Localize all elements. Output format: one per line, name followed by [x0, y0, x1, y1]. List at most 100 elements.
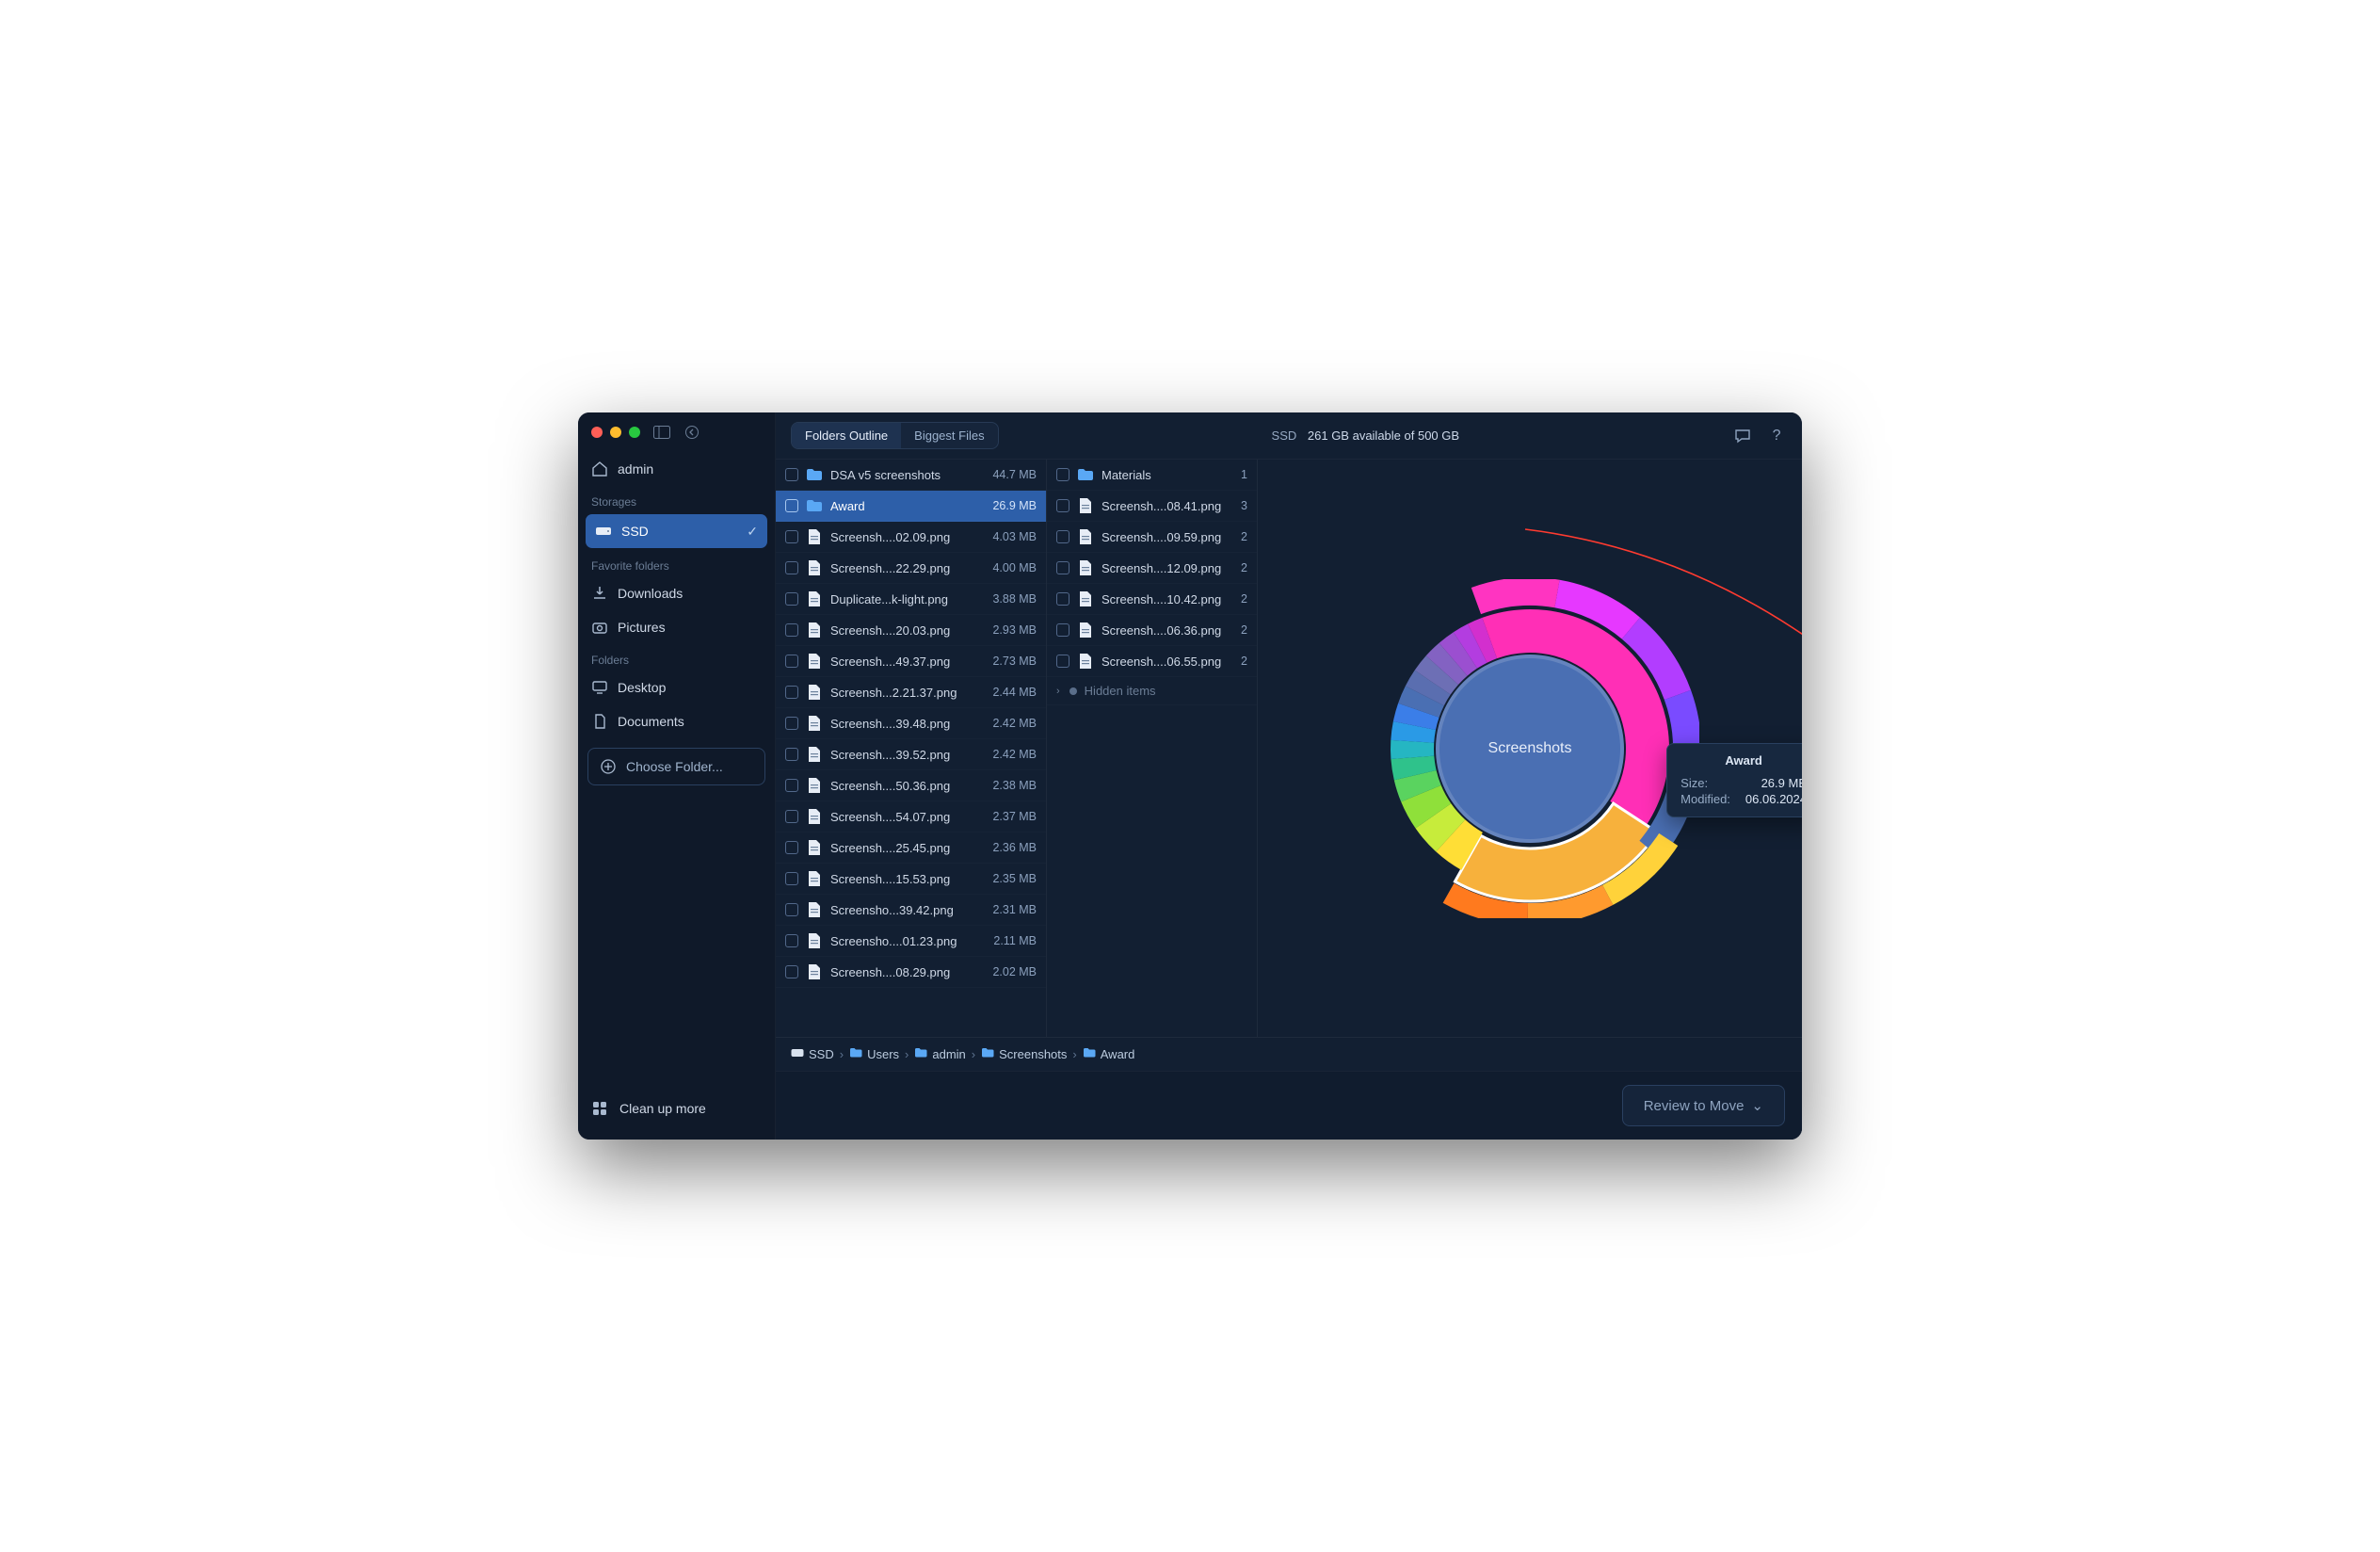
sidebar-item-storage-ssd[interactable]: SSD ✓	[586, 514, 767, 548]
file-row[interactable]: Screensh....39.48.png2.42 MB	[776, 708, 1046, 739]
file-row[interactable]: Screensh....20.03.png2.93 MB	[776, 615, 1046, 646]
file-row[interactable]: Screensh....54.07.png2.37 MB	[776, 801, 1046, 833]
row-checkbox[interactable]	[1056, 592, 1069, 606]
file-row[interactable]: Screensho....01.23.png2.11 MB	[776, 926, 1046, 957]
file-row[interactable]: Screensh....49.37.png2.73 MB	[776, 646, 1046, 677]
sidebar-item-desktop[interactable]: Desktop	[578, 671, 775, 704]
sunburst-panel: Screenshots Award Size:26.9 MB Modified:…	[1258, 460, 1802, 1037]
hidden-items-row[interactable]: ›Hidden items	[1047, 677, 1257, 705]
row-checkbox[interactable]	[785, 592, 798, 606]
file-row[interactable]: Duplicate...k-light.png3.88 MB	[776, 584, 1046, 615]
file-row[interactable]: Screensh....39.52.png2.42 MB	[776, 739, 1046, 770]
content-area: DSA v5 screenshots44.7 MB Award 26.9 MB Scr…	[776, 460, 1802, 1037]
breadcrumb-item[interactable]: Screenshots	[981, 1047, 1067, 1061]
file-size: 2	[1241, 561, 1247, 574]
file-icon	[806, 684, 823, 701]
file-size: 2.35 MB	[992, 872, 1037, 885]
file-row[interactable]: Screensho...39.42.png2.31 MB	[776, 895, 1046, 926]
row-checkbox[interactable]	[1056, 530, 1069, 543]
row-checkbox[interactable]	[785, 748, 798, 761]
file-row[interactable]: DSA v5 screenshots44.7 MB	[776, 460, 1046, 491]
file-name: Screensh....09.59.png	[1102, 530, 1233, 544]
choose-folder-button[interactable]: Choose Folder...	[587, 748, 765, 785]
file-row[interactable]: Screensh....06.36.png2	[1047, 615, 1257, 646]
file-row[interactable]: Screensh....10.42.png2	[1047, 584, 1257, 615]
row-checkbox[interactable]	[785, 810, 798, 823]
file-icon	[806, 839, 823, 856]
file-size: 2.31 MB	[992, 903, 1037, 916]
back-icon[interactable]	[683, 426, 700, 439]
row-checkbox[interactable]	[785, 717, 798, 730]
file-row[interactable]: Screensh....50.36.png2.38 MB	[776, 770, 1046, 801]
row-checkbox[interactable]	[785, 841, 798, 854]
file-size: 26.9 MB	[992, 499, 1037, 512]
file-row[interactable]: Screensh....06.55.png2	[1047, 646, 1257, 677]
row-checkbox[interactable]	[1056, 623, 1069, 637]
feedback-icon[interactable]	[1732, 426, 1753, 446]
breadcrumb-item[interactable]: SSD	[791, 1047, 834, 1061]
sidebar-item-downloads[interactable]: Downloads	[578, 576, 775, 610]
toolbar: Folders Outline Biggest Files SSD 261 GB…	[776, 412, 1802, 460]
file-size: 2.36 MB	[992, 841, 1037, 854]
row-checkbox[interactable]	[785, 779, 798, 792]
row-checkbox[interactable]	[785, 872, 798, 885]
row-checkbox[interactable]	[785, 468, 798, 481]
row-checkbox[interactable]	[1056, 655, 1069, 668]
breadcrumb-label: Screenshots	[999, 1047, 1067, 1061]
file-name: Award	[830, 499, 985, 513]
file-name: Screensh....25.45.png	[830, 841, 985, 855]
sidebar-item-label: Desktop	[618, 680, 666, 695]
file-row[interactable]: Screensh....12.09.png2	[1047, 553, 1257, 584]
dot-icon	[1069, 687, 1077, 695]
hidden-items-label: Hidden items	[1085, 684, 1247, 698]
row-checkbox[interactable]	[785, 530, 798, 543]
row-checkbox[interactable]	[1056, 499, 1069, 512]
file-row[interactable]: Screensh....08.29.png2.02 MB	[776, 957, 1046, 988]
minimize-window-button[interactable]	[610, 427, 621, 438]
sidebar-item-user[interactable]: admin	[578, 452, 775, 486]
tab-folders-outline[interactable]: Folders Outline	[792, 423, 901, 448]
breadcrumb-item[interactable]: Award	[1083, 1047, 1135, 1061]
file-size: 4.03 MB	[992, 530, 1037, 543]
breadcrumb-item[interactable]: Users	[849, 1047, 899, 1061]
sidebar-item-documents[interactable]: Documents	[578, 704, 775, 738]
file-size: 2.02 MB	[992, 965, 1037, 978]
file-row[interactable]: Screensh....15.53.png2.35 MB	[776, 864, 1046, 895]
file-row[interactable]: Screensh....22.29.png4.00 MB	[776, 553, 1046, 584]
sidebar-item-pictures[interactable]: Pictures	[578, 610, 775, 644]
file-column-1: DSA v5 screenshots44.7 MB Award 26.9 MB Scr…	[776, 460, 1047, 1037]
file-row[interactable]: Materials1	[1047, 460, 1257, 491]
row-checkbox[interactable]	[785, 561, 798, 574]
file-icon	[806, 746, 823, 763]
sunburst-chart[interactable]: Screenshots	[1360, 579, 1699, 918]
row-checkbox[interactable]	[785, 623, 798, 637]
file-row[interactable]: Screensh...2.21.37.png2.44 MB	[776, 677, 1046, 708]
file-row[interactable]: Screensh....08.41.png3	[1047, 491, 1257, 522]
row-checkbox[interactable]	[785, 965, 798, 978]
file-row[interactable]: Award 26.9 MB	[776, 491, 1046, 522]
row-checkbox[interactable]	[785, 934, 798, 947]
tab-biggest-files[interactable]: Biggest Files	[901, 423, 997, 448]
sidebar-footer[interactable]: Clean up more	[578, 1087, 775, 1130]
review-to-move-button[interactable]: Review to Move ⌄	[1622, 1085, 1785, 1126]
breadcrumb-item[interactable]: admin	[914, 1047, 965, 1061]
close-window-button[interactable]	[591, 427, 603, 438]
file-icon	[806, 528, 823, 545]
file-row[interactable]: Screensh....02.09.png4.03 MB	[776, 522, 1046, 553]
folder-icon	[981, 1047, 994, 1061]
row-checkbox[interactable]	[1056, 468, 1069, 481]
row-checkbox[interactable]	[785, 655, 798, 668]
zoom-window-button[interactable]	[629, 427, 640, 438]
file-row[interactable]: Screensh....25.45.png 2.36 MB	[776, 833, 1046, 864]
row-checkbox[interactable]	[785, 903, 798, 916]
file-icon	[806, 963, 823, 980]
row-checkbox[interactable]	[1056, 561, 1069, 574]
file-icon	[1077, 497, 1094, 514]
chevron-down-icon: ⌄	[1751, 1097, 1763, 1114]
sidebar-toggle-icon[interactable]	[653, 426, 670, 439]
row-checkbox[interactable]	[785, 499, 798, 512]
help-icon[interactable]: ?	[1766, 426, 1787, 446]
row-checkbox[interactable]	[785, 686, 798, 699]
file-row[interactable]: Screensh....09.59.png2	[1047, 522, 1257, 553]
folder-icon	[1077, 466, 1094, 483]
